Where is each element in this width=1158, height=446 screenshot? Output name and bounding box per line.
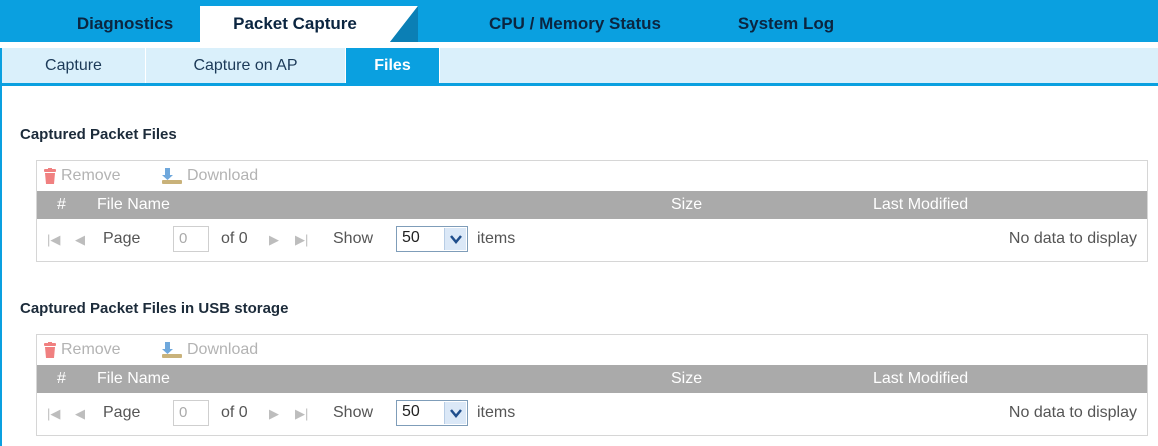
page-size-value: 50	[402, 229, 420, 246]
pager: |◀ ◀ Page 0 of 0 ▶ ▶| Show 50 items No d…	[37, 219, 1147, 259]
page-input[interactable]: 0	[173, 400, 209, 426]
no-data-message: No data to display	[1008, 404, 1137, 421]
column-size[interactable]: Size	[671, 370, 702, 388]
show-label: Show	[333, 230, 374, 247]
tab-diagnostics[interactable]: Diagnostics	[40, 6, 210, 42]
chevron-down-icon[interactable]	[444, 402, 466, 424]
tab-packet-capture[interactable]: Packet Capture	[200, 6, 390, 42]
column-last-modified[interactable]: Last Modified	[873, 370, 968, 388]
remove-button[interactable]: Remove	[43, 167, 121, 185]
subtab-files[interactable]: Files	[346, 48, 440, 83]
show-label: Show	[333, 404, 374, 421]
remove-label: Remove	[61, 341, 121, 358]
prev-page-icon[interactable]: ◀	[75, 232, 85, 248]
sub-tab-bar: Capture Capture on AP Files	[0, 48, 1158, 86]
trash-icon	[44, 342, 56, 358]
download-label: Download	[187, 167, 259, 184]
trash-icon	[44, 168, 56, 184]
download-icon	[162, 342, 182, 358]
column-file-name[interactable]: File Name	[97, 196, 170, 214]
page-size-value: 50	[402, 403, 420, 420]
remove-label: Remove	[61, 167, 121, 184]
page-size-select[interactable]: 50	[396, 400, 468, 426]
last-page-icon[interactable]: ▶|	[295, 232, 308, 248]
page-input[interactable]: 0	[173, 226, 209, 252]
items-label: items	[477, 230, 516, 247]
pager: |◀ ◀ Page 0 of 0 ▶ ▶| Show 50 items No d…	[37, 393, 1147, 433]
items-label: items	[477, 404, 516, 421]
page-label: Page	[103, 230, 141, 247]
download-button[interactable]: Download	[161, 341, 258, 359]
remove-button[interactable]: Remove	[43, 341, 121, 359]
column-size[interactable]: Size	[671, 196, 702, 214]
chevron-down-icon[interactable]	[444, 228, 466, 250]
no-data-message: No data to display	[1008, 230, 1137, 247]
tab-system-log[interactable]: System Log	[716, 6, 856, 42]
next-page-icon[interactable]: ▶	[269, 232, 279, 248]
page-of-label: of 0	[221, 230, 248, 247]
page-of-label: of 0	[221, 404, 248, 421]
section-title-usb-files: Captured Packet Files in USB storage	[20, 300, 289, 317]
tab-notch-shade	[390, 6, 418, 42]
subtab-capture[interactable]: Capture	[2, 48, 146, 83]
toolbar: Remove Download	[37, 335, 1147, 365]
column-number[interactable]: #	[57, 370, 66, 388]
column-last-modified[interactable]: Last Modified	[873, 196, 968, 214]
captured-files-panel: Remove Download # File Name Size Last Mo…	[36, 160, 1148, 262]
left-border	[0, 48, 2, 446]
tab-cpu-memory-status[interactable]: CPU / Memory Status	[450, 6, 700, 42]
top-tab-bar: Diagnostics Packet Capture CPU / Memory …	[0, 0, 1158, 42]
download-label: Download	[187, 341, 259, 358]
table-header: # File Name Size Last Modified	[37, 191, 1147, 219]
download-button[interactable]: Download	[161, 167, 258, 185]
subtab-capture-on-ap[interactable]: Capture on AP	[146, 48, 346, 83]
download-icon	[162, 168, 182, 184]
first-page-icon[interactable]: |◀	[47, 232, 60, 248]
column-file-name[interactable]: File Name	[97, 370, 170, 388]
usb-files-panel: Remove Download # File Name Size Last Mo…	[36, 334, 1148, 436]
prev-page-icon[interactable]: ◀	[75, 406, 85, 422]
page-label: Page	[103, 404, 141, 421]
first-page-icon[interactable]: |◀	[47, 406, 60, 422]
page-size-select[interactable]: 50	[396, 226, 468, 252]
section-title-captured-files: Captured Packet Files	[20, 126, 177, 143]
next-page-icon[interactable]: ▶	[269, 406, 279, 422]
table-header: # File Name Size Last Modified	[37, 365, 1147, 393]
column-number[interactable]: #	[57, 196, 66, 214]
last-page-icon[interactable]: ▶|	[295, 406, 308, 422]
toolbar: Remove Download	[37, 161, 1147, 191]
